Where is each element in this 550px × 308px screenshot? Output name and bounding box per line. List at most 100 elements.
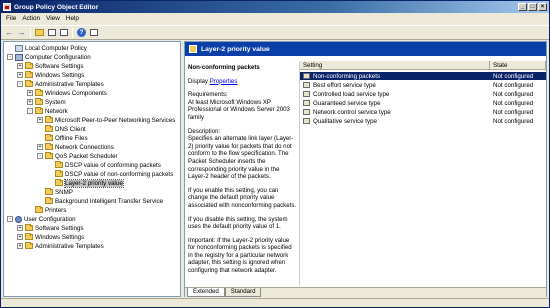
setting-icon [303,91,310,97]
collapse-icon[interactable]: - [7,54,13,60]
minimize-button[interactable]: _ [518,2,527,11]
setting-title: Non-conforming packets [188,64,260,71]
maximize-button[interactable]: □ [528,2,537,11]
list-row[interactable]: Network control service type Not configu… [300,108,546,116]
tree-item-bits[interactable]: Background Intelligent Transfer Service [37,197,163,205]
tree-item-user-configuration[interactable]: - User Configuration [7,215,76,223]
folder-icon [45,125,53,132]
collapse-icon[interactable]: - [17,81,23,87]
tree-item-local-computer-policy[interactable]: Local Computer Policy [7,44,87,52]
status-bar [1,298,549,307]
tree-item-layer2-priority[interactable]: Layer-2 priority value [47,178,124,188]
list-row[interactable]: Qualitative service type Not configured [300,117,546,125]
tree-item-dscp-non-conforming[interactable]: DSCP value of non-conforming packets [47,170,173,178]
properties-icon[interactable] [88,27,99,38]
expand-icon[interactable]: + [17,63,23,69]
tree-item-p2p-networking[interactable]: + Microsoft Peer-to-Peer Networking Serv… [37,116,175,124]
list-row[interactable]: Controlled load service type Not configu… [300,90,546,98]
up-folder-icon[interactable] [34,27,45,38]
tree-item-dns-client[interactable]: DNS Client [37,125,86,133]
tree-item-user-windows-settings[interactable]: + Windows Settings [17,233,84,241]
show-hide-tree-icon[interactable] [46,27,57,38]
expand-icon[interactable]: + [27,90,33,96]
title-bar[interactable]: Group Policy Object Editor _ □ × [1,1,549,13]
tree-item-administrative-templates[interactable]: - Administrative Templates [17,80,104,88]
menu-action[interactable]: Action [19,15,43,22]
tree-item-label: Computer Configuration [25,53,91,61]
properties-link[interactable]: Properties [210,78,238,85]
settings-list[interactable]: Setting State Non-conforming packets Not… [299,61,546,286]
folder-icon [25,233,33,240]
tree-item-printers[interactable]: Printers [27,206,66,214]
extended-description: Non-conforming packets Display Propertie… [188,64,298,286]
column-header-setting[interactable]: Setting [300,61,490,70]
tab-standard[interactable]: Standard [224,288,262,297]
tree-item-computer-configuration[interactable]: - Computer Configuration [7,53,91,61]
tree-item-snmp[interactable]: SNMP [37,188,73,196]
tree-item-system[interactable]: + System [27,98,66,106]
menu-file[interactable]: File [3,15,19,22]
folder-icon [35,107,43,114]
tree-item-label: Software Settings [35,224,84,232]
expand-icon[interactable]: + [37,144,43,150]
folder-icon [35,98,43,105]
tree-item-windows-settings[interactable]: + Windows Settings [17,71,84,79]
list-row[interactable]: Non-conforming packets Not configured [300,72,546,80]
tree-item-user-administrative-templates[interactable]: + Administrative Templates [17,242,104,250]
open-folder-icon [189,45,197,53]
expand-icon[interactable]: + [27,99,33,105]
tree-item-network-connections[interactable]: + Network Connections [37,143,114,151]
app-window: Group Policy Object Editor _ □ × File Ac… [0,0,550,308]
tree-item-label: Local Computer Policy [25,44,87,52]
list-row[interactable]: Guaranteed service type Not configured [300,99,546,107]
important-text: Important: If the Layer-2 priority value… [188,236,292,275]
folder-icon [45,134,53,141]
tree-item-dscp-conforming[interactable]: DSCP value of conforming packets [47,161,161,169]
folder-icon [45,197,53,204]
expand-icon[interactable]: + [17,234,23,240]
tab-extended[interactable]: Extended [187,288,225,297]
tree-item-qos-packet-scheduler[interactable]: - QoS Packet Scheduler [37,152,118,160]
close-button[interactable]: × [538,2,547,11]
setting-name: Qualitative service type [313,117,377,125]
menu-view[interactable]: View [43,15,63,22]
forward-arrow-icon[interactable]: → [16,27,27,38]
tree-item-label: QoS Packet Scheduler [55,152,118,160]
tree-item-software-settings[interactable]: + Software Settings [17,62,84,70]
folder-icon [25,62,33,69]
list-row[interactable]: Best effort service type Not configured [300,81,546,89]
tree-item-network[interactable]: - Network [27,107,68,115]
setting-name: Best effort service type [313,81,376,89]
tree-item-label: SNMP [55,188,73,196]
tree-item-label: DNS Client [55,125,86,133]
setting-icon [303,82,310,88]
tree-item-user-software-settings[interactable]: + Software Settings [17,224,84,232]
folder-icon [35,206,43,213]
column-header-state[interactable]: State [490,61,546,70]
folder-icon [45,188,53,195]
tree-item-label: DSCP value of non-conforming packets [65,170,174,178]
setting-name: Controlled load service type [313,90,390,98]
help-icon[interactable]: ? [76,27,87,38]
setting-state: Not configured [493,108,534,116]
disable-text: If you disable this setting, the system … [188,215,288,231]
group-policy-icon [3,3,11,11]
export-list-icon[interactable] [58,27,69,38]
tree-item-offline-files[interactable]: Offline Files [37,134,88,142]
collapse-icon[interactable]: - [7,216,13,222]
toolbar-separator [72,27,73,38]
console-tree[interactable]: Local Computer Policy - Computer Configu… [3,41,181,297]
expand-icon[interactable]: + [37,117,43,123]
collapse-icon[interactable]: - [37,153,43,159]
expand-icon[interactable]: + [17,72,23,78]
toolbar-separator [30,27,31,38]
expand-icon[interactable]: + [17,243,23,249]
requirements-text: Requirements: At least Microsoft Windows… [188,91,290,121]
back-arrow-icon[interactable]: ← [4,27,15,38]
menu-help[interactable]: Help [63,15,82,22]
folder-icon [45,143,53,150]
collapse-icon[interactable]: - [27,108,33,114]
expand-icon[interactable]: + [17,225,23,231]
folder-icon [35,89,43,96]
tree-item-windows-components[interactable]: + Windows Components [27,89,107,97]
